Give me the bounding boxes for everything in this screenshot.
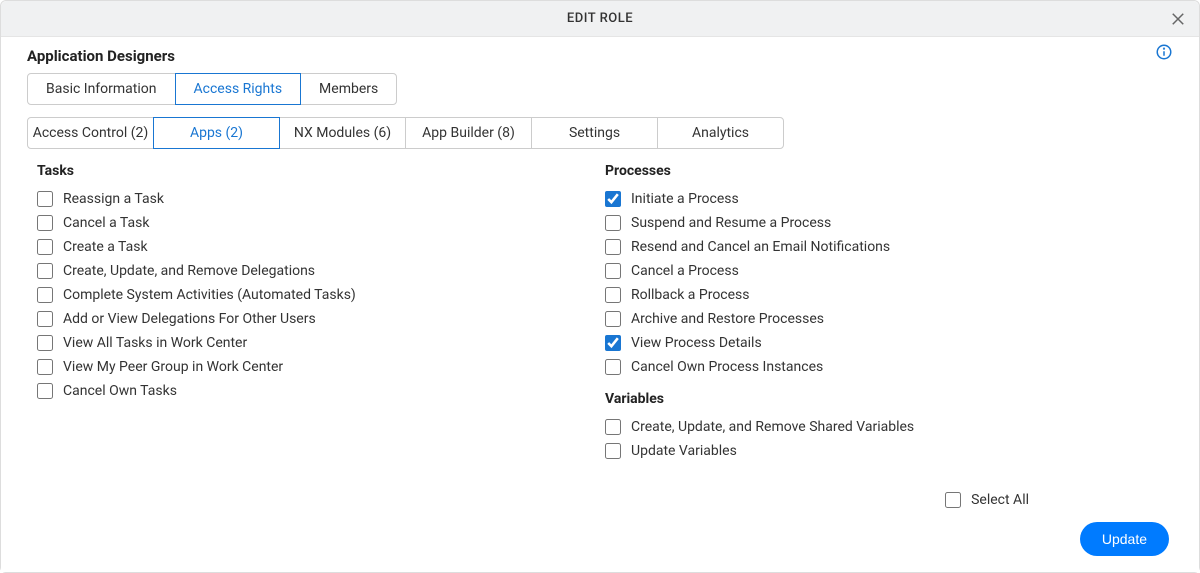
tasks-section-title: Tasks bbox=[37, 163, 605, 179]
sub-tab-settings[interactable]: Settings bbox=[531, 117, 658, 149]
variables-checkbox[interactable] bbox=[605, 443, 621, 459]
tasks-permission-row[interactable]: Create a Task bbox=[37, 235, 605, 259]
sub-tab-analytics[interactable]: Analytics bbox=[657, 117, 784, 149]
tasks-permission-row[interactable]: Add or View Delegations For Other Users bbox=[37, 307, 605, 331]
processes-permission-label: Suspend and Resume a Process bbox=[631, 215, 831, 231]
main-tab-access-rights[interactable]: Access Rights bbox=[175, 73, 302, 105]
variables-checkbox[interactable] bbox=[605, 419, 621, 435]
processes-permission-label: Initiate a Process bbox=[631, 191, 739, 207]
main-tab-basic-information[interactable]: Basic Information bbox=[27, 73, 176, 105]
processes-permission-row[interactable]: Initiate a Process bbox=[605, 187, 1173, 211]
tasks-checkbox[interactable] bbox=[37, 311, 53, 327]
info-icon[interactable] bbox=[1155, 43, 1173, 61]
tasks-checkbox[interactable] bbox=[37, 383, 53, 399]
tasks-permission-row[interactable]: Cancel Own Tasks bbox=[37, 379, 605, 403]
processes-permission-row[interactable]: Resend and Cancel an Email Notifications bbox=[605, 235, 1173, 259]
variables-permission-label: Create, Update, and Remove Shared Variab… bbox=[631, 419, 914, 435]
close-icon[interactable] bbox=[1169, 10, 1187, 28]
tasks-checkbox[interactable] bbox=[37, 215, 53, 231]
tasks-permission-label: Create a Task bbox=[63, 239, 148, 255]
processes-permission-row[interactable]: Cancel Own Process Instances bbox=[605, 355, 1173, 379]
tasks-permission-row[interactable]: Reassign a Task bbox=[37, 187, 605, 211]
tasks-permission-label: Complete System Activities (Automated Ta… bbox=[63, 287, 356, 303]
main-tab-members[interactable]: Members bbox=[300, 73, 397, 105]
update-button[interactable]: Update bbox=[1080, 522, 1169, 556]
tasks-checkbox[interactable] bbox=[37, 359, 53, 375]
tasks-checkbox[interactable] bbox=[37, 335, 53, 351]
tasks-checkbox[interactable] bbox=[37, 191, 53, 207]
sub-tab-access-control-2-[interactable]: Access Control (2) bbox=[27, 117, 154, 149]
main-tab-row: Basic InformationAccess RightsMembers bbox=[27, 73, 1173, 105]
processes-column: Processes Initiate a Process Suspend and … bbox=[605, 163, 1173, 463]
processes-checkbox[interactable] bbox=[605, 215, 621, 231]
modal-header: EDIT ROLE bbox=[1, 1, 1199, 37]
tasks-permission-label: Create, Update, and Remove Delegations bbox=[63, 263, 315, 279]
processes-permission-label: Rollback a Process bbox=[631, 287, 750, 303]
processes-checkbox[interactable] bbox=[605, 239, 621, 255]
variables-permission-label: Update Variables bbox=[631, 443, 737, 459]
variables-section-title: Variables bbox=[605, 391, 1173, 407]
processes-checkbox[interactable] bbox=[605, 359, 621, 375]
role-name: Application Designers bbox=[27, 47, 1173, 65]
select-all-row[interactable]: Select All bbox=[945, 492, 1029, 508]
tasks-permission-row[interactable]: View My Peer Group in Work Center bbox=[37, 355, 605, 379]
tasks-permission-label: Add or View Delegations For Other Users bbox=[63, 311, 316, 327]
tasks-column: Tasks Reassign a Task Cancel a Task Create… bbox=[37, 163, 605, 463]
processes-permission-label: Cancel a Process bbox=[631, 263, 739, 279]
processes-permission-row[interactable]: Rollback a Process bbox=[605, 283, 1173, 307]
permissions-scroll-area[interactable]: Tasks Reassign a Task Cancel a Task Create… bbox=[27, 163, 1173, 485]
processes-permission-row[interactable]: Archive and Restore Processes bbox=[605, 307, 1173, 331]
tasks-permission-row[interactable]: Complete System Activities (Automated Ta… bbox=[37, 283, 605, 307]
tasks-permission-row[interactable]: Create, Update, and Remove Delegations bbox=[37, 259, 605, 283]
modal-footer: Select All Update bbox=[1, 480, 1199, 572]
tasks-checkbox[interactable] bbox=[37, 263, 53, 279]
processes-checkbox[interactable] bbox=[605, 335, 621, 351]
modal-title: EDIT ROLE bbox=[567, 11, 633, 26]
variables-permission-row[interactable]: Update Variables bbox=[605, 439, 1173, 463]
sub-tab-apps-2-[interactable]: Apps (2) bbox=[153, 117, 280, 149]
sub-tab-nx-modules-6-[interactable]: NX Modules (6) bbox=[279, 117, 406, 149]
processes-permission-label: Resend and Cancel an Email Notifications bbox=[631, 239, 890, 255]
tasks-permission-label: View My Peer Group in Work Center bbox=[63, 359, 283, 375]
sub-tab-row: Access Control (2)Apps (2)NX Modules (6)… bbox=[27, 117, 1173, 149]
processes-checkbox[interactable] bbox=[605, 263, 621, 279]
processes-permission-label: View Process Details bbox=[631, 335, 762, 351]
tasks-permission-row[interactable]: View All Tasks in Work Center bbox=[37, 331, 605, 355]
processes-section-title: Processes bbox=[605, 163, 1173, 179]
tasks-permission-row[interactable]: Cancel a Task bbox=[37, 211, 605, 235]
processes-checkbox[interactable] bbox=[605, 287, 621, 303]
processes-checkbox[interactable] bbox=[605, 191, 621, 207]
processes-permission-row[interactable]: Suspend and Resume a Process bbox=[605, 211, 1173, 235]
tasks-checkbox[interactable] bbox=[37, 287, 53, 303]
processes-permission-label: Cancel Own Process Instances bbox=[631, 359, 823, 375]
tasks-permission-label: Reassign a Task bbox=[63, 191, 164, 207]
processes-permission-row[interactable]: Cancel a Process bbox=[605, 259, 1173, 283]
select-all-checkbox[interactable] bbox=[945, 492, 961, 508]
select-all-label: Select All bbox=[971, 492, 1029, 508]
tasks-permission-label: Cancel Own Tasks bbox=[63, 383, 177, 399]
sub-tab-app-builder-8-[interactable]: App Builder (8) bbox=[405, 117, 532, 149]
processes-permission-row[interactable]: View Process Details bbox=[605, 331, 1173, 355]
tasks-checkbox[interactable] bbox=[37, 239, 53, 255]
processes-checkbox[interactable] bbox=[605, 311, 621, 327]
variables-permission-row[interactable]: Create, Update, and Remove Shared Variab… bbox=[605, 415, 1173, 439]
tasks-permission-label: Cancel a Task bbox=[63, 215, 149, 231]
processes-permission-label: Archive and Restore Processes bbox=[631, 311, 824, 327]
tasks-permission-label: View All Tasks in Work Center bbox=[63, 335, 247, 351]
